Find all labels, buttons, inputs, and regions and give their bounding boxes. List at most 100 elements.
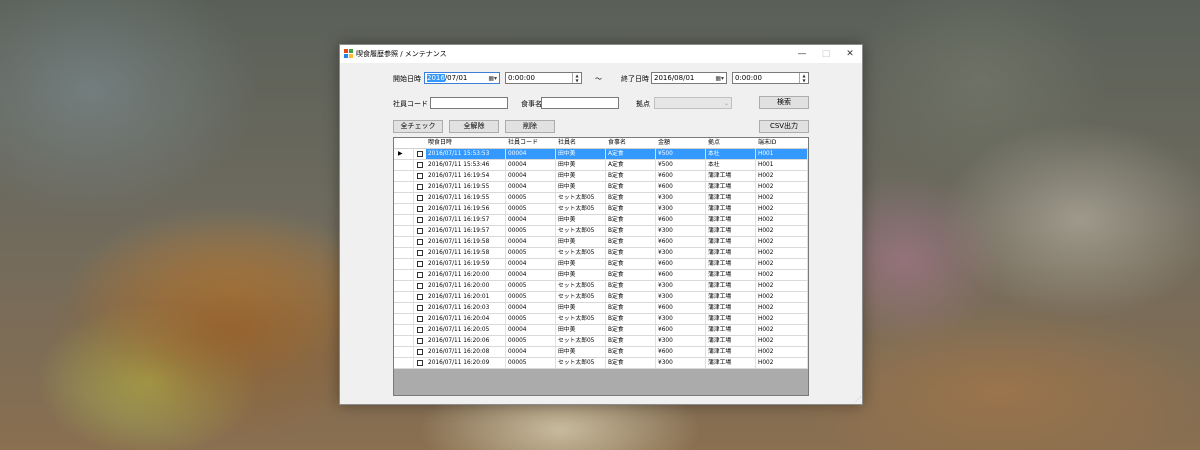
row-checkbox[interactable]: [417, 250, 423, 256]
cell-terminal-id: H001: [756, 149, 808, 159]
row-header[interactable]: [394, 347, 414, 357]
search-button[interactable]: 検索: [759, 96, 809, 109]
table-row[interactable]: 2016/07/11 16:19:55 00004 田中美 B定食 ¥600 蒲津工場 H0…: [394, 182, 808, 193]
row-header[interactable]: [394, 171, 414, 181]
calendar-icon[interactable]: ▦▾: [488, 74, 497, 83]
row-header[interactable]: [394, 215, 414, 225]
table-row[interactable]: 2016/07/11 16:20:08 00004 田中美 B定食 ¥600 蒲津工場 H0…: [394, 347, 808, 358]
col-header-employee-name[interactable]: 社員名: [556, 138, 576, 148]
delete-button[interactable]: 削除: [505, 120, 555, 133]
calendar-icon[interactable]: ▦▾: [715, 74, 724, 83]
cell-datetime: 2016/07/11 16:20:01: [426, 292, 506, 302]
row-header[interactable]: [394, 160, 414, 170]
maximize-button[interactable]: □: [814, 45, 838, 63]
table-row[interactable]: ▶ 2016/07/11 15:53:53 00004 田中美 A定食 ¥500 本社 H00…: [394, 149, 808, 160]
row-header[interactable]: [394, 237, 414, 247]
row-header[interactable]: [394, 182, 414, 192]
row-checkbox[interactable]: [417, 228, 423, 234]
row-checkbox[interactable]: [417, 151, 423, 157]
table-row[interactable]: 2016/07/11 16:20:09 00005 セット太郎05 B定食 ¥300 蒲津…: [394, 358, 808, 369]
row-checkbox[interactable]: [417, 316, 423, 322]
spin-icon[interactable]: ▲ ▼: [572, 73, 581, 83]
meal-name-input[interactable]: [541, 97, 619, 109]
start-date-picker[interactable]: 2016/07/01 ▦▾: [424, 72, 500, 84]
row-header[interactable]: [394, 204, 414, 214]
row-header[interactable]: [394, 270, 414, 280]
row-checkbox[interactable]: [417, 349, 423, 355]
title-bar[interactable]: 喫食履歴参照 / メンテナンス — □ ✕: [340, 45, 862, 63]
row-checkbox[interactable]: [417, 360, 423, 366]
table-row[interactable]: 2016/07/11 16:19:57 00004 田中美 B定食 ¥600 蒲津工場 H0…: [394, 215, 808, 226]
row-header[interactable]: [394, 358, 414, 368]
table-row[interactable]: 2016/07/11 16:19:55 00005 セット太郎05 B定食 ¥300 蒲津…: [394, 193, 808, 204]
history-grid[interactable]: 喫食日時 社員コード 社員名 食事名 金額 拠点 端末ID ▶ 2016/07/1…: [393, 137, 809, 396]
row-checkbox[interactable]: [417, 195, 423, 201]
table-row[interactable]: 2016/07/11 16:19:59 00004 田中美 B定食 ¥600 蒲津工場 H0…: [394, 259, 808, 270]
row-header[interactable]: ▶: [394, 149, 414, 159]
row-checkbox[interactable]: [417, 239, 423, 245]
row-checkbox[interactable]: [417, 261, 423, 267]
table-row[interactable]: 2016/07/11 16:19:54 00004 田中美 B定食 ¥600 蒲津工場 H0…: [394, 171, 808, 182]
row-checkbox[interactable]: [417, 272, 423, 278]
row-checkbox[interactable]: [417, 162, 423, 168]
site-label: 拠点: [636, 100, 650, 108]
table-row[interactable]: 2016/07/11 16:20:00 00005 セット太郎05 B定食 ¥300 蒲津…: [394, 281, 808, 292]
cell-amount: ¥600: [656, 182, 706, 192]
row-checkbox[interactable]: [417, 217, 423, 223]
table-row[interactable]: 2016/07/11 15:53:46 00004 田中美 A定食 ¥500 本社 H001: [394, 160, 808, 171]
close-button[interactable]: ✕: [838, 45, 862, 63]
uncheck-all-button[interactable]: 全解除: [449, 120, 499, 133]
row-checkbox[interactable]: [417, 305, 423, 311]
spin-icon[interactable]: ▲ ▼: [799, 73, 808, 83]
cell-terminal-id: H002: [756, 314, 808, 324]
row-header[interactable]: [394, 314, 414, 324]
employee-code-input[interactable]: [430, 97, 508, 109]
cell-datetime: 2016/07/11 16:19:57: [426, 215, 506, 225]
cell-terminal-id: H002: [756, 204, 808, 214]
row-header[interactable]: [394, 193, 414, 203]
start-time-field[interactable]: 0:00:00 ▲ ▼: [505, 72, 582, 84]
row-checkbox[interactable]: [417, 294, 423, 300]
row-checkbox[interactable]: [417, 206, 423, 212]
col-header-amount[interactable]: 金額: [656, 138, 670, 148]
col-header-terminal-id[interactable]: 端末ID: [756, 138, 776, 148]
resize-grip-icon[interactable]: ⋰: [855, 397, 861, 403]
table-row[interactable]: 2016/07/11 16:19:58 00005 セット太郎05 B定食 ¥300 蒲津…: [394, 248, 808, 259]
row-header[interactable]: [394, 248, 414, 258]
table-row[interactable]: 2016/07/11 16:20:06 00005 セット太郎05 B定食 ¥300 蒲津…: [394, 336, 808, 347]
row-checkbox[interactable]: [417, 327, 423, 333]
row-header[interactable]: [394, 281, 414, 291]
row-header[interactable]: [394, 259, 414, 269]
table-row[interactable]: 2016/07/11 16:20:05 00004 田中美 B定食 ¥600 蒲津工場 H0…: [394, 325, 808, 336]
table-row[interactable]: 2016/07/11 16:19:58 00004 田中美 B定食 ¥600 蒲津工場 H0…: [394, 237, 808, 248]
row-header[interactable]: [394, 336, 414, 346]
table-row[interactable]: 2016/07/11 16:20:04 00005 セット太郎05 B定食 ¥300 蒲津…: [394, 314, 808, 325]
minimize-button[interactable]: —: [790, 45, 814, 63]
cell-datetime: 2016/07/11 16:19:59: [426, 259, 506, 269]
table-row[interactable]: 2016/07/11 16:20:01 00005 セット太郎05 B定食 ¥300 蒲津…: [394, 292, 808, 303]
row-header[interactable]: [394, 226, 414, 236]
cell-meal-name: B定食: [606, 292, 656, 302]
end-time-field[interactable]: 0:00:00 ▲ ▼: [732, 72, 809, 84]
cell-site: 蒲津工場: [706, 314, 756, 324]
table-row[interactable]: 2016/07/11 16:20:03 00004 田中美 B定食 ¥600 蒲津工場 H0…: [394, 303, 808, 314]
end-date-picker[interactable]: 2016/08/01 ▦▾: [651, 72, 727, 84]
table-row[interactable]: 2016/07/11 16:19:57 00005 セット太郎05 B定食 ¥300 蒲津…: [394, 226, 808, 237]
csv-export-button[interactable]: CSV出力: [759, 120, 809, 133]
range-tilde: ～: [595, 75, 602, 83]
col-header-datetime[interactable]: 喫食日時: [426, 138, 452, 148]
row-checkbox[interactable]: [417, 184, 423, 190]
row-header[interactable]: [394, 325, 414, 335]
table-row[interactable]: 2016/07/11 16:19:56 00005 セット太郎05 B定食 ¥300 蒲津…: [394, 204, 808, 215]
check-all-button[interactable]: 全チェック: [393, 120, 443, 133]
row-checkbox[interactable]: [417, 283, 423, 289]
col-header-employee-code[interactable]: 社員コード: [506, 138, 538, 148]
row-header[interactable]: [394, 303, 414, 313]
col-header-meal-name[interactable]: 食事名: [606, 138, 626, 148]
row-header[interactable]: [394, 292, 414, 302]
row-checkbox[interactable]: [417, 338, 423, 344]
table-row[interactable]: 2016/07/11 16:20:00 00004 田中美 B定食 ¥600 蒲津工場 H0…: [394, 270, 808, 281]
row-checkbox[interactable]: [417, 173, 423, 179]
col-header-site[interactable]: 拠点: [706, 138, 720, 148]
site-combo[interactable]: ⌄: [654, 97, 732, 109]
